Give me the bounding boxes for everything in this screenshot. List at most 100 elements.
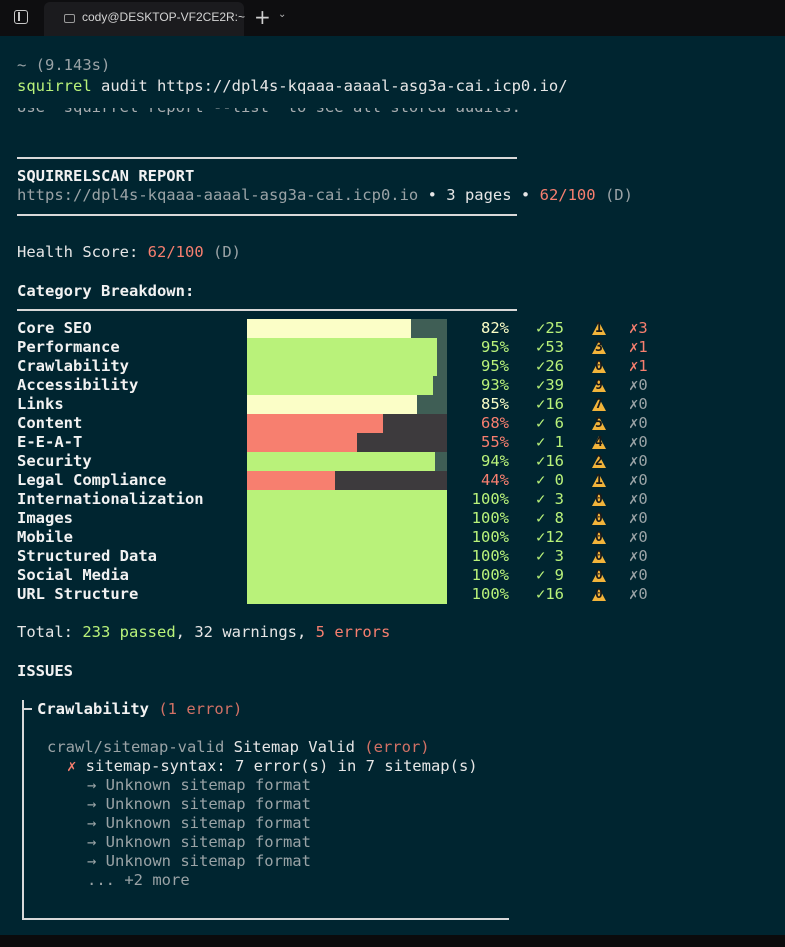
- category-warnings: 9: [595, 378, 603, 393]
- category-errors: ✗1: [629, 357, 648, 375]
- issue-detail-line: → Unknown sitemap format: [87, 833, 311, 851]
- new-tab-button[interactable]: +: [254, 5, 271, 29]
- category-row: Crawlability 95% ✓26 0 ✗1: [17, 357, 697, 376]
- health-score-label: Health Score:: [17, 243, 148, 261]
- issue-detail-line: → Unknown sitemap format: [87, 852, 311, 870]
- warning-icon: 2: [591, 454, 607, 469]
- category-score-bar: [247, 338, 447, 357]
- totals-sep-2: ,: [296, 623, 316, 641]
- warning-icon: 7: [591, 397, 607, 412]
- category-score-fill: [247, 376, 433, 395]
- category-score-fill: [247, 528, 447, 547]
- category-score-fill: [247, 471, 335, 490]
- issue-detail-line: → Unknown sitemap format: [87, 814, 311, 832]
- category-score-bar: [247, 585, 447, 604]
- category-name: Content: [17, 414, 83, 432]
- category-score-bar: [247, 509, 447, 528]
- category-name: Internationalization: [17, 490, 204, 508]
- overlapping-output-line: Use `squirrel report --list` to see all …: [17, 108, 617, 118]
- category-name: Accessibility: [17, 376, 139, 394]
- category-score-bar: [247, 452, 447, 471]
- category-row: Mobile 100% ✓12 0 ✗0: [17, 528, 697, 547]
- category-errors: ✗0: [629, 528, 648, 546]
- category-errors: ✗0: [629, 509, 648, 527]
- category-errors: ✗0: [629, 433, 648, 451]
- category-warnings: 7: [595, 397, 603, 412]
- category-name: Security: [17, 452, 92, 470]
- category-score-bar: [247, 414, 447, 433]
- category-score-bar: [247, 547, 447, 566]
- category-warnings: 0: [595, 511, 603, 526]
- command-args: audit https://dpl4s-kqaaa-aaaal-asg3a-ca…: [91, 77, 568, 95]
- category-percent: 95%: [481, 357, 509, 375]
- health-score-line: Health Score: 62/100 (D): [17, 243, 241, 262]
- category-score-bar: [247, 490, 447, 509]
- separator-top: [17, 157, 517, 159]
- category-score-bar: [247, 528, 447, 547]
- issues-heading: ISSUES: [17, 662, 73, 680]
- tab-dropdown-chevron-icon[interactable]: ⌄: [278, 9, 286, 20]
- category-name: Crawlability: [17, 357, 129, 375]
- category-row: Performance 95% ✓53 3 ✗1: [17, 338, 697, 357]
- category-name: Social Media: [17, 566, 129, 584]
- category-errors: ✗0: [629, 547, 648, 565]
- warning-icon: 0: [591, 549, 607, 564]
- warning-icon: 0: [591, 530, 607, 545]
- warning-icon: 0: [591, 587, 607, 602]
- totals-warnings: 32 warnings: [194, 623, 297, 641]
- issue-rule-id: crawl/sitemap-valid: [47, 738, 225, 756]
- category-percent: 44%: [481, 471, 509, 489]
- category-score-bar: [247, 357, 447, 376]
- warning-icon: 1: [591, 473, 607, 488]
- health-score-grade: (D): [203, 243, 241, 261]
- category-errors: ✗0: [629, 585, 648, 603]
- category-score-bar: [247, 319, 447, 338]
- category-row: Social Media 100% ✓ 9 0 ✗0: [17, 566, 697, 585]
- category-percent: 100%: [471, 547, 509, 565]
- totals-label: Total:: [17, 623, 83, 641]
- terminal-tab[interactable]: cody@DESKTOP-VF2CE2R:~: [44, 2, 245, 36]
- warning-icon: 3: [591, 340, 607, 355]
- category-warnings: 5: [595, 416, 603, 431]
- category-passed: ✓ 1: [536, 433, 564, 451]
- warning-icon: 0: [591, 568, 607, 583]
- category-score-bar: [247, 566, 447, 585]
- category-errors: ✗1: [629, 338, 648, 356]
- warning-icon: 0: [591, 492, 607, 507]
- category-score-bar: [247, 395, 447, 414]
- category-passed: ✓ 6: [536, 414, 564, 432]
- error-x-icon: ✗: [67, 757, 77, 775]
- category-warnings: 0: [595, 492, 603, 507]
- issue-check-text: sitemap-syntax: 7 error(s) in 7 sitemap(…: [76, 757, 478, 775]
- category-warnings: 4: [595, 435, 603, 450]
- report-grade: (D): [595, 186, 633, 204]
- category-errors: ✗0: [629, 414, 648, 432]
- category-warnings: 0: [595, 549, 603, 564]
- category-passed: ✓ 3: [536, 490, 564, 508]
- category-score-fill: [247, 433, 357, 452]
- category-passed: ✓16: [536, 585, 564, 603]
- category-percent: 100%: [471, 490, 509, 508]
- sidebar-toggle-icon[interactable]: [14, 10, 28, 24]
- category-row: Structured Data 100% ✓ 3 0 ✗0: [17, 547, 697, 566]
- category-score-fill: [247, 566, 447, 585]
- health-score-value: 62/100: [147, 243, 204, 261]
- category-passed: ✓39: [536, 376, 564, 394]
- category-percent: 100%: [471, 585, 509, 603]
- overlap-text: Use `squirrel report --list` to see all …: [17, 108, 521, 117]
- category-score-bar: [247, 471, 447, 490]
- issue-group-name: Crawlability: [37, 700, 149, 718]
- issue-rule-title: Sitemap Valid: [224, 738, 365, 756]
- category-errors: ✗0: [629, 395, 648, 413]
- category-row: Security 94% ✓16 2 ✗0: [17, 452, 697, 471]
- category-name: Core SEO: [17, 319, 92, 337]
- category-name: URL Structure: [17, 585, 139, 603]
- issue-check-line: ✗ sitemap-syntax: 7 error(s) in 7 sitema…: [67, 757, 478, 776]
- category-errors: ✗0: [629, 471, 648, 489]
- category-name: Mobile: [17, 528, 73, 546]
- category-passed: ✓16: [536, 452, 564, 470]
- category-warnings: 0: [595, 568, 603, 583]
- warning-icon: 0: [591, 511, 607, 526]
- category-percent: 100%: [471, 528, 509, 546]
- category-row: Content 68% ✓ 6 5 ✗0: [17, 414, 697, 433]
